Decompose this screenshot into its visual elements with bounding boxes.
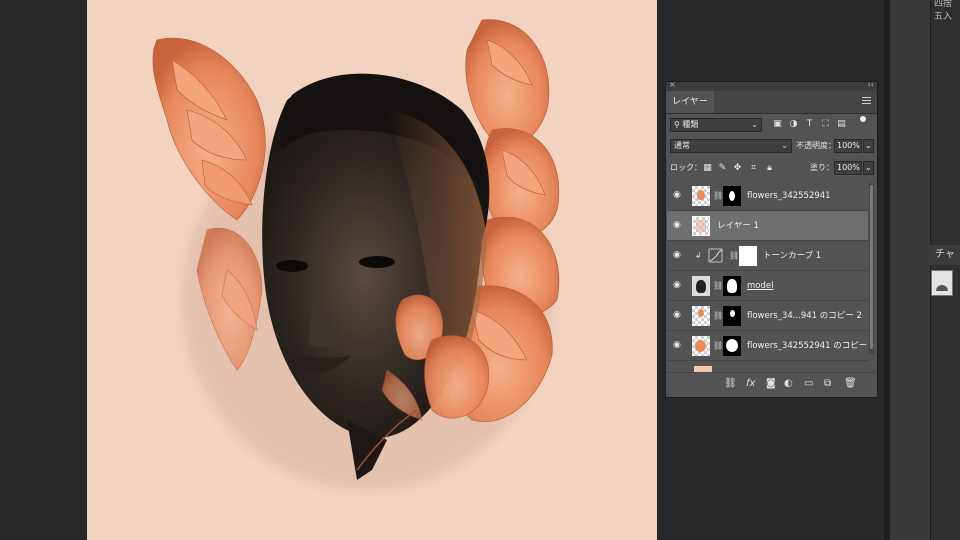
lock-image-icon[interactable]: ✎ bbox=[717, 163, 728, 174]
layer-mask-thumbnail[interactable] bbox=[723, 306, 741, 326]
curves-icon bbox=[707, 246, 725, 266]
opacity-dropdown[interactable]: ⌄ bbox=[863, 139, 874, 153]
layer-row[interactable]: ◉ ⛓ flowers_342552941 のコピー bbox=[667, 331, 868, 361]
layers-panel: × ‹‹ レイヤー ⚲ 種類 ⌄ ▣ ◑ T ⛶ ▤ 通常 ⌄ 不透明度： 10… bbox=[665, 80, 878, 398]
eye-icon[interactable]: ◉ bbox=[673, 251, 683, 260]
eye-icon[interactable]: ◉ bbox=[673, 341, 683, 350]
collapse-icon[interactable]: ‹‹ bbox=[868, 80, 874, 89]
filter-toggle-icon[interactable] bbox=[860, 116, 867, 131]
layer-mask-thumbnail[interactable] bbox=[723, 186, 741, 206]
artwork bbox=[152, 19, 560, 490]
smart-object-filter-icon[interactable]: ▤ bbox=[836, 119, 847, 130]
blend-mode-select[interactable]: 通常 ⌄ bbox=[670, 139, 792, 153]
layers-scrollbar[interactable] bbox=[869, 183, 874, 354]
panel-title-bar: × ‹‹ bbox=[666, 80, 877, 91]
link-icon[interactable]: ⛓ bbox=[713, 281, 723, 290]
layer-mask-thumbnail[interactable] bbox=[723, 276, 741, 296]
adjustment-icon[interactable]: ◐ bbox=[784, 378, 793, 389]
trash-icon[interactable]: 🗑︎ bbox=[844, 378, 857, 389]
layers-footer-toolbar: ⛓ fx ◙ ◐ ▭ ⧉ 🗑︎ bbox=[666, 372, 877, 397]
shape-filter-icon[interactable]: ⛶ bbox=[820, 119, 831, 130]
lock-position-icon[interactable]: ✥ bbox=[732, 163, 743, 174]
layer-name: トーンカーブ 1 bbox=[763, 251, 822, 261]
layer-name: flowers_34...941 のコピー 2 bbox=[747, 311, 862, 321]
close-icon[interactable]: × bbox=[669, 80, 676, 89]
lock-artboard-icon[interactable]: ⌗ bbox=[748, 163, 759, 174]
link-icon[interactable]: ⛓ bbox=[713, 311, 723, 320]
link-icon[interactable]: ⛓ bbox=[713, 191, 723, 200]
lock-label: ロック： bbox=[670, 163, 702, 172]
opacity-label: 不透明度： bbox=[796, 141, 836, 150]
clip-arrow-icon: ↲ bbox=[695, 251, 702, 260]
layer-thumbnail bbox=[692, 336, 710, 356]
fill-input[interactable]: 100% bbox=[834, 161, 862, 175]
layer-name: レイヤー 1 bbox=[717, 221, 759, 231]
layer-row[interactable]: ◉ ⛓ flowers_34...941 のコピー 2 bbox=[667, 301, 868, 331]
layer-row[interactable]: ◉ ⛓ flowers_342552941 bbox=[667, 181, 868, 211]
type-filter-icon[interactable]: T bbox=[804, 119, 815, 130]
layer-thumbnail bbox=[692, 276, 710, 296]
layer-thumbnail bbox=[692, 186, 710, 206]
link-icon[interactable]: ⛓ bbox=[713, 341, 723, 350]
image-filter-icon[interactable]: ▣ bbox=[772, 119, 783, 130]
chevron-down-icon: ⌄ bbox=[751, 120, 758, 129]
layer-name: model bbox=[747, 281, 774, 291]
layer-mask-thumbnail[interactable] bbox=[739, 246, 757, 266]
layer-row[interactable]: ◉ ↲ ⛓ トーンカーブ 1 bbox=[667, 241, 868, 271]
fx-icon[interactable]: fx bbox=[746, 378, 755, 389]
filter-kind-value: 種類 bbox=[682, 120, 699, 129]
layer-thumbnail bbox=[692, 306, 710, 326]
eye-icon[interactable]: ◉ bbox=[673, 281, 683, 290]
fill-label: 塗り： bbox=[810, 163, 834, 172]
search-icon: ⚲ bbox=[674, 120, 680, 129]
layer-filter-select[interactable]: ⚲ 種類 ⌄ bbox=[670, 118, 762, 132]
adjustment-filter-icon[interactable]: ◑ bbox=[788, 119, 799, 130]
chevron-down-icon: ⌄ bbox=[781, 141, 788, 150]
opacity-input[interactable]: 100% bbox=[834, 139, 862, 153]
eye-icon[interactable]: ◉ bbox=[673, 221, 683, 230]
layer-mask-thumbnail[interactable] bbox=[723, 336, 741, 356]
panel-menu-icon[interactable] bbox=[862, 97, 871, 106]
mask-icon[interactable]: ◙ bbox=[766, 378, 776, 389]
blend-mode-value: 通常 bbox=[674, 141, 690, 150]
layer-thumbnail bbox=[692, 216, 710, 236]
eye-icon[interactable]: ◉ bbox=[673, 191, 683, 200]
dock-top-label: 四捨五入 bbox=[934, 0, 953, 22]
link-icon[interactable]: ⛓ bbox=[724, 378, 737, 389]
layer-name: flowers_342552941 bbox=[747, 191, 831, 201]
eye-icon[interactable]: ◉ bbox=[673, 311, 683, 320]
lock-all-icon[interactable]: 🔒︎ bbox=[764, 163, 775, 174]
channels-thumbnail[interactable] bbox=[931, 270, 953, 296]
link-icon[interactable]: ⛓ bbox=[729, 251, 739, 260]
tab-channels[interactable]: チャ bbox=[930, 245, 960, 265]
tab-layers[interactable]: レイヤー bbox=[666, 91, 714, 113]
layer-name: flowers_342552941 のコピー bbox=[747, 341, 868, 351]
panel-tab-row: レイヤー bbox=[666, 91, 877, 114]
fill-dropdown[interactable]: ⌄ bbox=[863, 161, 874, 175]
lock-transparent-icon[interactable]: ▦ bbox=[702, 163, 713, 174]
new-layer-icon[interactable]: ⧉ bbox=[824, 378, 831, 389]
layer-row[interactable]: ◉ ⛓ model bbox=[667, 271, 868, 301]
document-canvas[interactable] bbox=[87, 0, 657, 540]
folder-icon[interactable]: ▭ bbox=[804, 378, 813, 389]
layer-row-selected[interactable]: ◉ レイヤー 1 bbox=[667, 211, 868, 241]
